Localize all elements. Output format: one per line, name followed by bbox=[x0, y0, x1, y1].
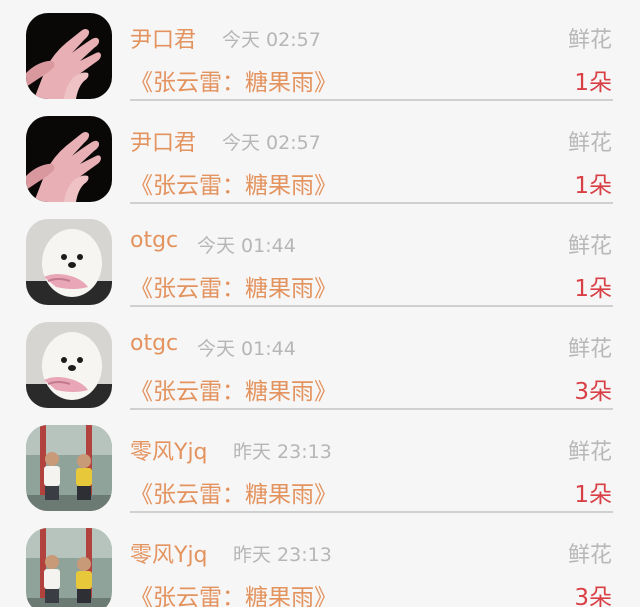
gift-count: 1朵 bbox=[574, 276, 612, 302]
avatar[interactable] bbox=[26, 425, 112, 511]
gift-time: 今天 01:44 bbox=[197, 235, 296, 257]
gift-type: 鲜花 bbox=[567, 543, 612, 568]
avatar[interactable] bbox=[26, 528, 112, 607]
gift-time: 昨天 23:13 bbox=[233, 441, 332, 463]
gift-type: 鲜花 bbox=[567, 234, 612, 259]
gift-time: 昨天 23:13 bbox=[233, 544, 332, 566]
divider bbox=[130, 511, 613, 513]
song-title[interactable]: 《张云雷：糖果雨》 bbox=[130, 578, 337, 607]
song-title[interactable]: 《张云雷：糖果雨》 bbox=[130, 372, 337, 406]
gift-count: 3朵 bbox=[574, 379, 612, 405]
avatar[interactable] bbox=[26, 116, 112, 202]
gift-type: 鲜花 bbox=[567, 28, 612, 53]
list-item[interactable]: 零风Yjq 昨天 23:13 鲜花 《张云雷：糖果雨》 3朵 bbox=[0, 515, 640, 607]
divider bbox=[130, 99, 613, 101]
sender-name[interactable]: otgc bbox=[130, 331, 178, 356]
gift-time: 今天 02:57 bbox=[222, 132, 321, 154]
gift-count: 1朵 bbox=[574, 70, 612, 96]
song-title[interactable]: 《张云雷：糖果雨》 bbox=[130, 63, 337, 97]
song-title[interactable]: 《张云雷：糖果雨》 bbox=[130, 166, 337, 200]
avatar[interactable] bbox=[26, 219, 112, 305]
gift-type: 鲜花 bbox=[567, 440, 612, 465]
sender-name[interactable]: otgc bbox=[130, 228, 178, 253]
gift-count: 1朵 bbox=[574, 173, 612, 199]
gift-count: 1朵 bbox=[574, 482, 612, 508]
gift-time: 今天 01:44 bbox=[197, 338, 296, 360]
sender-name[interactable]: 尹口君 bbox=[130, 125, 196, 157]
divider bbox=[130, 408, 613, 410]
sender-name[interactable]: 零风Yjq bbox=[130, 537, 208, 569]
gift-list: 尹口君 今天 02:57 鲜花 《张云雷：糖果雨》 1朵 尹口君 今天 02:5… bbox=[0, 0, 640, 607]
divider bbox=[130, 202, 613, 204]
song-title[interactable]: 《张云雷：糖果雨》 bbox=[130, 269, 337, 303]
gift-type: 鲜花 bbox=[567, 337, 612, 362]
gift-count: 3朵 bbox=[574, 585, 612, 607]
gift-type: 鲜花 bbox=[567, 131, 612, 156]
avatar[interactable] bbox=[26, 322, 112, 408]
avatar[interactable] bbox=[26, 13, 112, 99]
list-item[interactable]: 零风Yjq 昨天 23:13 鲜花 《张云雷：糖果雨》 1朵 bbox=[0, 412, 640, 515]
list-item[interactable]: otgc 今天 01:44 鲜花 《张云雷：糖果雨》 1朵 bbox=[0, 206, 640, 309]
list-item[interactable]: 尹口君 今天 02:57 鲜花 《张云雷：糖果雨》 1朵 bbox=[0, 0, 640, 103]
sender-name[interactable]: 尹口君 bbox=[130, 22, 196, 54]
gift-time: 今天 02:57 bbox=[222, 29, 321, 51]
sender-name[interactable]: 零风Yjq bbox=[130, 434, 208, 466]
song-title[interactable]: 《张云雷：糖果雨》 bbox=[130, 475, 337, 509]
divider bbox=[130, 305, 613, 307]
list-item[interactable]: 尹口君 今天 02:57 鲜花 《张云雷：糖果雨》 1朵 bbox=[0, 103, 640, 206]
list-item[interactable]: otgc 今天 01:44 鲜花 《张云雷：糖果雨》 3朵 bbox=[0, 309, 640, 412]
